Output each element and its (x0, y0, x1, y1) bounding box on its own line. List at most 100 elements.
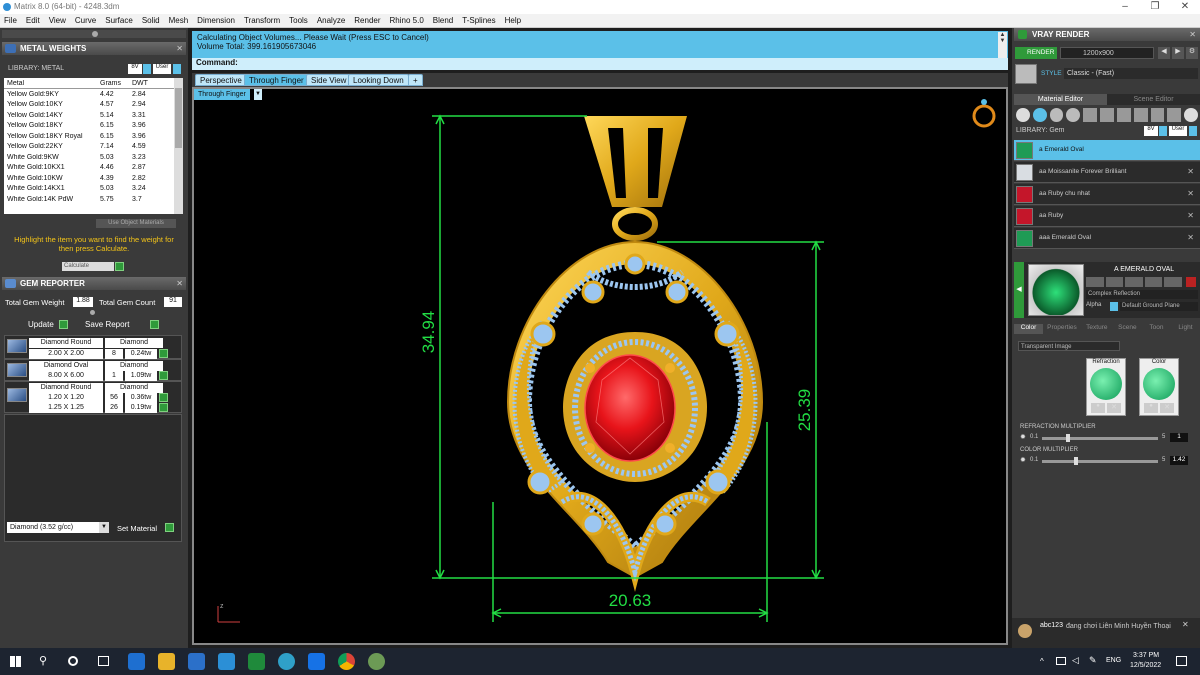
command-scrollbar[interactable]: ▲ ▼ (998, 32, 1007, 58)
tab-looking-down[interactable]: Looking Down (348, 74, 409, 86)
material-select[interactable]: Diamond (3.52 g/cc) (7, 522, 109, 533)
remove-material-icon[interactable]: ✕ (1187, 167, 1194, 176)
half-sphere-icon[interactable] (1066, 108, 1081, 122)
viewport-label[interactable]: Through Finger (194, 89, 250, 100)
refraction-color-swatch[interactable] (1090, 368, 1122, 400)
style-select[interactable]: Classic - (Fast) (1064, 68, 1198, 79)
menu-solid[interactable]: Solid (142, 16, 160, 25)
collapse-arrow-icon[interactable]: ◀ (1014, 262, 1024, 318)
sphere-icon[interactable] (1049, 108, 1064, 122)
app-icon[interactable] (278, 653, 295, 670)
gem-user-toggle[interactable] (1189, 126, 1197, 136)
store-icon[interactable] (188, 653, 205, 670)
preview-tool-icon[interactable] (1125, 277, 1143, 287)
refraction-value[interactable]: 1 (1170, 433, 1188, 442)
gem-select-button[interactable] (159, 371, 168, 380)
subtab-toon[interactable]: Toon (1142, 324, 1171, 334)
light-icon[interactable] (1184, 108, 1198, 122)
refraction-multiplier-slider[interactable]: ✹ 0.1 5 1 (1020, 433, 1198, 443)
metal-user-toggle[interactable] (173, 64, 181, 74)
resolution-field[interactable]: 1200x900 (1060, 47, 1154, 59)
menu-tsplines[interactable]: T-Splines (462, 16, 495, 25)
material-item[interactable]: aa Moissanite Forever Brilliant ✕ (1014, 162, 1200, 183)
material-item[interactable]: aaa Emerald Oval ✕ (1014, 228, 1200, 249)
subtab-light[interactable]: Light (1171, 324, 1200, 334)
panel-splitter[interactable] (2, 30, 186, 38)
pen-icon[interactable]: ✎ (1089, 655, 1097, 666)
mail-icon[interactable] (218, 653, 235, 670)
menu-rhino[interactable]: Rhino 5.0 (390, 16, 424, 25)
complex-reflection-select[interactable]: Complex Reflection (1086, 290, 1198, 299)
menu-transform[interactable]: Transform (244, 16, 280, 25)
color-clear-icon[interactable]: ✕ (1160, 403, 1174, 413)
cortana-icon[interactable] (68, 656, 78, 666)
metal-filter-user[interactable]: User (153, 64, 171, 74)
menu-edit[interactable]: Edit (26, 16, 40, 25)
menu-tools[interactable]: Tools (289, 16, 308, 25)
add-tab-button[interactable]: + (408, 74, 423, 86)
command-input[interactable]: Command: (192, 58, 1008, 70)
file-explorer-icon[interactable] (158, 653, 175, 670)
metal-row[interactable]: White Gold:10KW 4.39 2.82 (4, 173, 174, 184)
metal-filter-toggle[interactable] (143, 64, 151, 74)
task-view-icon[interactable] (98, 656, 109, 666)
gem-filter-user[interactable]: User (1169, 126, 1187, 136)
refraction-track[interactable] (1042, 437, 1158, 440)
color-track[interactable] (1042, 460, 1158, 463)
color-multiplier-slider[interactable]: ✹ 0.1 5 1.42 (1020, 456, 1198, 466)
remove-material-icon[interactable]: ✕ (1187, 211, 1194, 220)
subtab-texture[interactable]: Texture (1081, 324, 1113, 334)
preview-tool-icon[interactable] (1144, 277, 1163, 287)
ground-plane-select[interactable]: Default Ground Plane (1120, 302, 1198, 311)
update-button[interactable] (59, 320, 68, 329)
render-button[interactable]: RENDER (1015, 47, 1057, 59)
delete-material-icon[interactable] (1186, 277, 1196, 287)
paste-icon[interactable] (1150, 108, 1165, 122)
transparent-image-select[interactable]: Transparent Image (1018, 341, 1120, 351)
viewport-menu-chevron-icon[interactable]: ▼ (254, 89, 262, 100)
subtab-scene[interactable]: Scene (1113, 324, 1142, 334)
menu-mesh[interactable]: Mesh (169, 16, 189, 25)
metal-row[interactable]: Yellow Gold:10KY 4.57 2.94 (4, 100, 174, 111)
close-button[interactable]: ✕ (1170, 0, 1200, 14)
notification-close-icon[interactable]: ✕ (1182, 620, 1189, 629)
tab-through-finger[interactable]: Through Finger (244, 74, 309, 86)
refraction-clear-icon[interactable]: ✕ (1107, 403, 1121, 413)
color-swatch-box[interactable]: Color ● ✕ (1139, 358, 1179, 416)
menu-help[interactable]: Help (505, 16, 521, 25)
chevron-up-icon[interactable]: ^ (1040, 657, 1044, 666)
refraction-thumb[interactable] (1066, 434, 1070, 442)
color-edit-icon[interactable]: ● (1144, 403, 1158, 413)
refraction-edit-icon[interactable]: ● (1091, 403, 1105, 413)
set-material-button[interactable] (165, 523, 174, 532)
viewport[interactable]: 34.94 25.39 20.63 z (192, 87, 1008, 645)
alpha-toggle[interactable] (1110, 302, 1118, 311)
edge-icon[interactable] (128, 653, 145, 670)
maximize-button[interactable]: ❐ (1140, 0, 1170, 14)
notification-toast[interactable]: abc123 đang chơi Liên Minh Huyền Thoại ✕ (1012, 618, 1200, 648)
metal-row[interactable]: Yellow Gold:14KY 5.14 3.31 (4, 110, 174, 121)
chrome-icon[interactable] (338, 653, 355, 670)
volume-icon[interactable]: ◁ (1072, 655, 1079, 666)
gem-filter-toggle[interactable] (1159, 126, 1167, 136)
color-swatch[interactable] (1143, 368, 1175, 400)
subtab-properties[interactable]: Properties (1043, 324, 1081, 334)
menu-dimension[interactable]: Dimension (197, 16, 235, 25)
search-icon[interactable]: ⚲ (39, 654, 47, 667)
metal-row[interactable]: White Gold:14KX1 5.03 3.24 (4, 184, 174, 195)
drop-icon[interactable] (1016, 108, 1030, 122)
gem-group-2[interactable]: Diamond Oval Diamond 8.00 X 6.00 1 1.09t… (4, 359, 182, 381)
rhino-icon[interactable] (368, 653, 385, 670)
gem-select-button[interactable] (159, 349, 168, 358)
metal-row[interactable]: Yellow Gold:18KY 6.15 3.96 (4, 121, 174, 132)
tab-material-editor[interactable]: Material Editor (1014, 94, 1107, 105)
splitter-handle-icon[interactable] (92, 31, 98, 37)
use-object-materials-button[interactable]: Use Object Materials (96, 219, 176, 228)
metal-row[interactable]: Yellow Gold:22KY 7.14 4.59 (4, 142, 174, 153)
rename-icon[interactable] (1167, 108, 1182, 122)
notification-center-icon[interactable] (1176, 656, 1187, 666)
calculate-button[interactable] (115, 262, 124, 271)
remove-material-icon[interactable]: ✕ (1187, 233, 1194, 242)
material-item[interactable]: a Emerald Oval (1014, 140, 1200, 161)
settings-icon[interactable]: ⚙ (1186, 47, 1198, 59)
